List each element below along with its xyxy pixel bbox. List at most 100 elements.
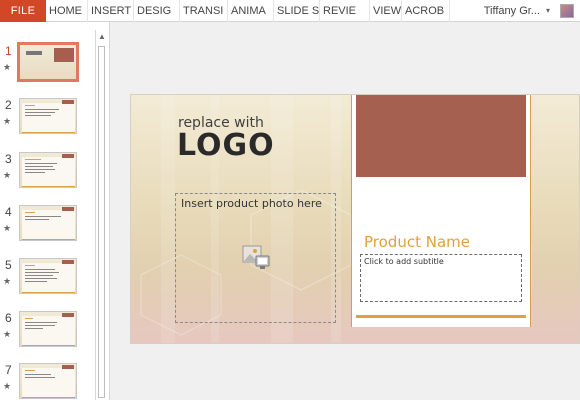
- tab-home[interactable]: HOME: [46, 0, 88, 22]
- thumb-text-line: [25, 163, 57, 164]
- animation-star-icon: ★: [3, 381, 12, 391]
- thumb-title-line: [25, 318, 33, 319]
- thumb-logo: [26, 51, 42, 55]
- ribbon-tab-bar: FILE HOME INSERT DESIG TRANSI ANIMA SLID…: [0, 0, 580, 22]
- thumb-text-line: [25, 377, 55, 378]
- thumb-bar: [62, 207, 74, 211]
- thumb-image-block: [54, 48, 74, 62]
- animation-star-icon: ★: [3, 329, 12, 339]
- slide-preview[interactable]: [17, 42, 79, 82]
- file-tab[interactable]: FILE: [0, 0, 46, 22]
- thumb-gold-line: [22, 132, 75, 133]
- thumb-text-line: [25, 322, 57, 323]
- slide-thumbnail-5[interactable]: 5 ★: [0, 258, 95, 308]
- slide-number: 4: [5, 205, 12, 219]
- tab-design[interactable]: DESIG: [134, 0, 180, 22]
- thumb-text-line: [25, 275, 53, 276]
- thumb-bar: [62, 365, 74, 369]
- slide-preview[interactable]: [19, 311, 77, 347]
- slide-number: 7: [5, 363, 12, 377]
- thumb-content: [22, 210, 75, 239]
- thumb-gold-line: [22, 397, 75, 398]
- thumb-text-line: [25, 219, 49, 220]
- user-account[interactable]: Tiffany Gr... ▾: [478, 0, 554, 21]
- thumb-text-line: [25, 166, 53, 167]
- thumb-content: [22, 368, 75, 397]
- thumb-gold-line: [22, 345, 75, 346]
- photo-placeholder-label: Insert product photo here: [181, 197, 322, 210]
- tab-animations[interactable]: ANIMA: [228, 0, 274, 22]
- slide-thumbnail-pane: 1 ★ 2 ★ 3 ★ 4 ★ 5 ★ 6 ★ 7 ★ ▲: [0, 22, 110, 400]
- thumb-text-line: [25, 272, 59, 273]
- thumb-text-line: [25, 281, 47, 282]
- tab-acrobat[interactable]: ACROB: [402, 0, 450, 22]
- thumb-text-line: [25, 325, 55, 326]
- thumb-text-line: [25, 278, 57, 279]
- slide-thumbnail-2[interactable]: 2 ★: [0, 98, 95, 148]
- slide-thumbnail-4[interactable]: 4 ★: [0, 205, 95, 255]
- tab-transitions[interactable]: TRANSI: [180, 0, 228, 22]
- avatar[interactable]: [560, 4, 574, 18]
- slide-preview[interactable]: [19, 205, 77, 241]
- tab-insert[interactable]: INSERT: [88, 0, 134, 22]
- animation-star-icon: ★: [3, 62, 12, 72]
- animation-star-icon: ★: [3, 223, 12, 233]
- thumb-title-line: [25, 370, 35, 371]
- logo-placeholder-text[interactable]: LOGO: [177, 128, 275, 163]
- thumb-gold-line: [22, 186, 75, 187]
- user-name: Tiffany Gr...: [483, 4, 540, 17]
- thumb-text-line: [25, 328, 43, 329]
- thumb-title-line: [25, 105, 35, 106]
- slide-number: 1: [5, 44, 12, 58]
- slide-thumbnail-7[interactable]: 7 ★: [0, 363, 95, 413]
- scroll-up-arrow-icon[interactable]: ▲: [98, 32, 106, 41]
- thumb-title-line: [25, 159, 41, 160]
- slide-number: 2: [5, 98, 12, 112]
- thumb-text-line: [25, 374, 51, 375]
- thumb-title-line: [25, 265, 35, 266]
- slide-number: 5: [5, 258, 12, 272]
- slide-preview[interactable]: [19, 363, 77, 399]
- slide-preview[interactable]: [19, 258, 77, 294]
- subtitle-placeholder[interactable]: Click to add subtitle: [360, 254, 522, 302]
- thumb-bar: [62, 313, 74, 317]
- thumb-content: [22, 103, 75, 132]
- thumb-text-line: [25, 172, 45, 173]
- thumb-text-line: [25, 115, 51, 116]
- thumb-gold-line: [22, 292, 75, 293]
- slide-thumbnail-3[interactable]: 3 ★: [0, 152, 95, 202]
- thumb-text-line: [25, 169, 55, 170]
- thumb-gold-line: [22, 239, 75, 240]
- thumb-text-line: [25, 216, 61, 217]
- thumb-bar: [62, 154, 74, 158]
- card-gold-line: [356, 315, 526, 318]
- product-name-title[interactable]: Product Name: [364, 233, 470, 251]
- thumb-text-line: [25, 109, 59, 110]
- slide-editing-canvas: replace with LOGO Insert product photo h…: [110, 22, 580, 400]
- current-slide[interactable]: replace with LOGO Insert product photo h…: [130, 94, 580, 344]
- thumb-title-line: [25, 212, 35, 213]
- tab-review[interactable]: REVIE: [320, 0, 370, 22]
- slide-thumbnail-6[interactable]: 6 ★: [0, 311, 95, 361]
- tab-slide-show[interactable]: SLIDE S: [274, 0, 320, 22]
- thumb-bar: [62, 100, 74, 104]
- slide-preview[interactable]: [19, 152, 77, 188]
- thumbnail-scrollbar[interactable]: ▲: [95, 30, 107, 400]
- product-image-block[interactable]: [356, 95, 526, 177]
- thumb-text-line: [25, 112, 55, 113]
- slide-thumbnail-1[interactable]: 1 ★: [0, 42, 95, 94]
- slide-number: 3: [5, 152, 12, 166]
- tab-view[interactable]: VIEW: [370, 0, 402, 22]
- product-photo-placeholder[interactable]: Insert product photo here: [175, 193, 336, 323]
- thumb-content: [22, 316, 75, 345]
- animation-star-icon: ★: [3, 170, 12, 180]
- insert-picture-icon[interactable]: [242, 245, 270, 271]
- scrollbar-thumb[interactable]: [98, 46, 105, 398]
- thumb-text-line: [25, 269, 55, 270]
- subtitle-placeholder-label: Click to add subtitle: [364, 257, 444, 266]
- animation-star-icon: ★: [3, 276, 12, 286]
- product-card: Product Name Click to add subtitle: [351, 95, 531, 327]
- slide-number: 6: [5, 311, 12, 325]
- chevron-down-icon[interactable]: ▾: [546, 6, 550, 15]
- slide-preview[interactable]: [19, 98, 77, 134]
